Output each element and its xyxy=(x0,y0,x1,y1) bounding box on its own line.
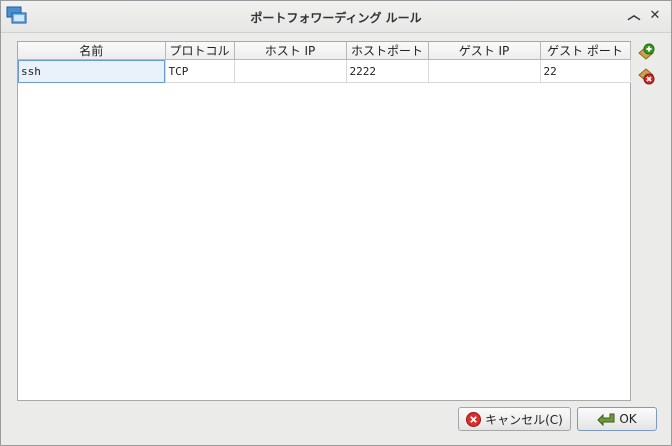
cell-name[interactable]: ssh xyxy=(18,59,166,83)
column-header-name[interactable]: 名前 xyxy=(18,42,166,60)
titlebar[interactable]: ポートフォワーディング ルール ︿ ✕ xyxy=(1,1,671,33)
column-header-protocol[interactable]: プロトコル xyxy=(165,42,235,60)
window-title: ポートフォワーディング ルール xyxy=(250,11,422,25)
ok-icon xyxy=(597,413,615,426)
cancel-icon xyxy=(466,411,482,427)
cell-guest-ip[interactable] xyxy=(428,59,541,83)
remove-rule-icon[interactable] xyxy=(637,67,655,85)
table-header-row: 名前 プロトコル ホスト IP ホストポート ゲスト IP ゲスト ポート xyxy=(18,42,631,60)
cell-guest-port[interactable]: 22 xyxy=(540,59,631,83)
port-forwarding-dialog: ポートフォワーディング ルール ︿ ✕ 名前 プロトコル ホスト IP ホストポ… xyxy=(0,0,672,446)
port-forwarding-table[interactable]: 名前 プロトコル ホスト IP ホストポート ゲスト IP ゲスト ポート ss… xyxy=(17,41,631,401)
cell-host-ip[interactable] xyxy=(234,59,347,83)
table-row[interactable]: ssh TCP 2222 22 xyxy=(18,59,631,83)
column-header-guest-port[interactable]: ゲスト ポート xyxy=(540,42,631,60)
cell-protocol[interactable]: TCP xyxy=(165,59,235,83)
cancel-button-label: キャンセル(C) xyxy=(485,412,563,427)
column-header-host-port[interactable]: ホストポート xyxy=(346,42,429,60)
cancel-button[interactable]: キャンセル(C) xyxy=(458,407,571,431)
chevron-up-icon[interactable]: ︿ xyxy=(626,8,642,24)
add-rule-icon[interactable] xyxy=(637,43,655,61)
close-icon[interactable]: ✕ xyxy=(647,8,663,24)
column-header-host-ip[interactable]: ホスト IP xyxy=(234,42,347,60)
cell-host-port[interactable]: 2222 xyxy=(346,59,429,83)
column-header-guest-ip[interactable]: ゲスト IP xyxy=(428,42,541,60)
ok-button-label: OK xyxy=(619,412,637,426)
ok-button[interactable]: OK xyxy=(577,407,657,431)
